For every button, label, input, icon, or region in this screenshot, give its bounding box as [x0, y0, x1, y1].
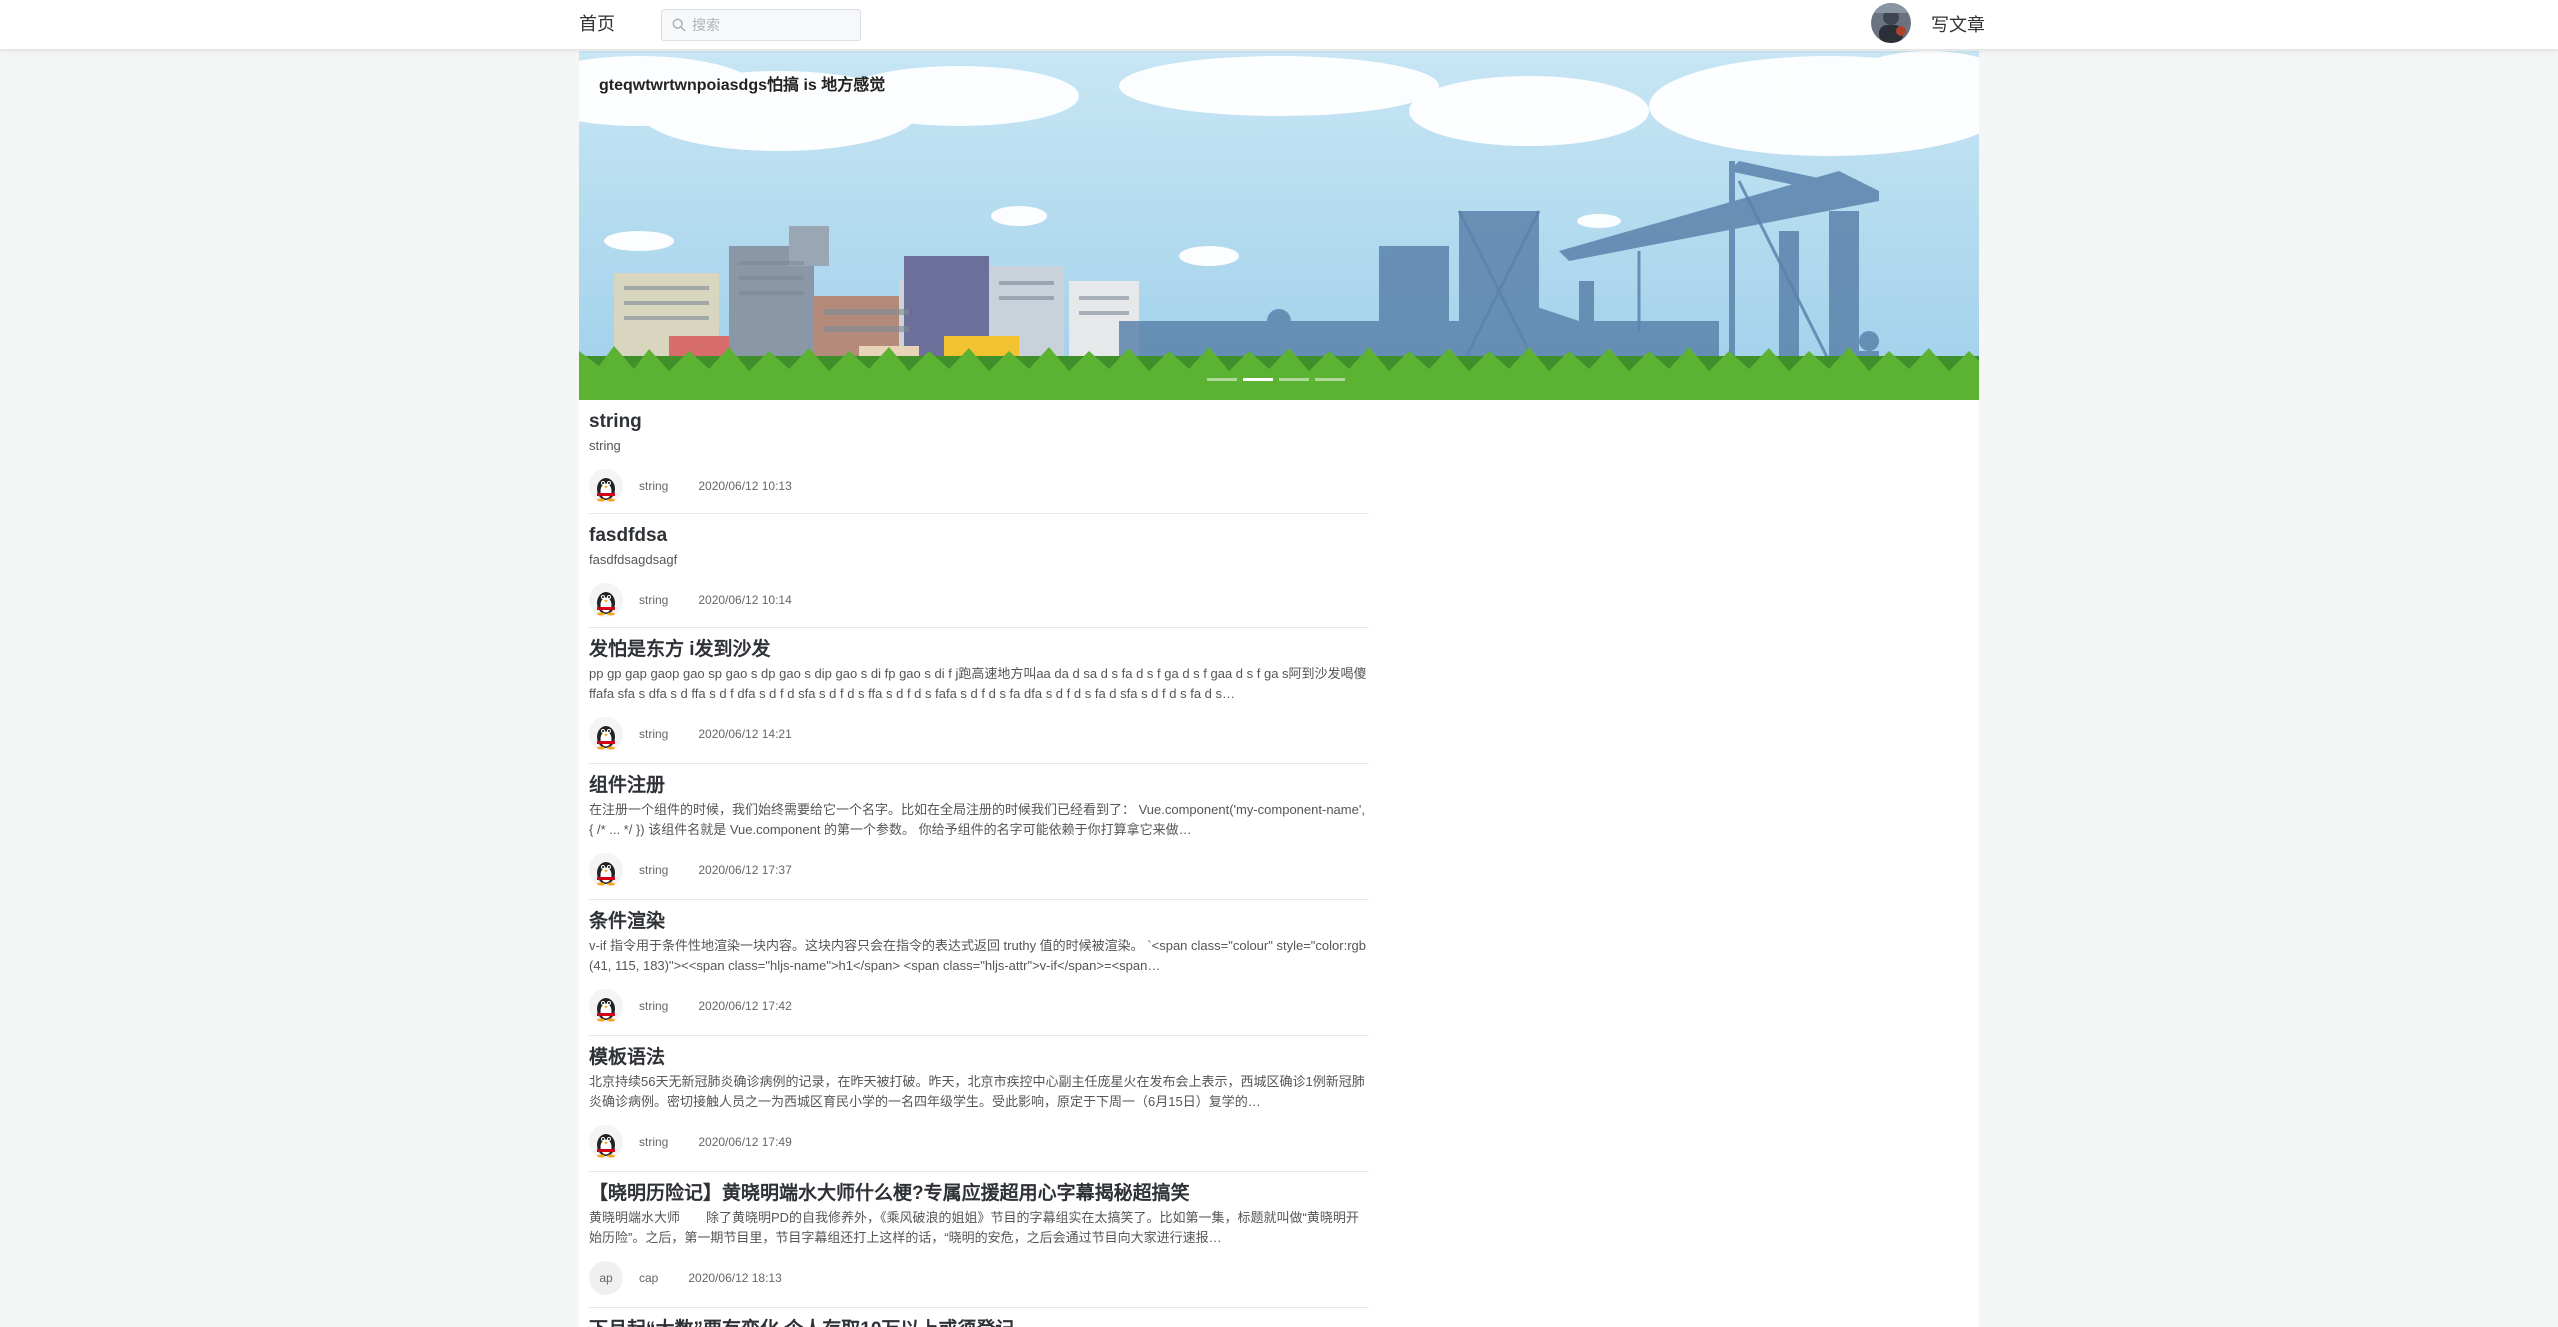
publish-time: 2020/06/12 17:42: [698, 999, 792, 1013]
penguin-icon: [589, 717, 623, 751]
author-name[interactable]: string: [639, 863, 668, 877]
author-name[interactable]: string: [639, 593, 668, 607]
article-title[interactable]: 组件注册: [589, 764, 1369, 798]
publish-time: 2020/06/12 18:13: [688, 1271, 782, 1285]
article-title[interactable]: 模板语法: [589, 1036, 1369, 1070]
article-title[interactable]: fasdfdsa: [589, 514, 1369, 548]
publish-time: 2020/06/12 17:37: [698, 863, 792, 877]
carousel-indicator[interactable]: [1207, 378, 1237, 381]
search-icon: [672, 18, 686, 32]
nav-home-link[interactable]: 首页: [579, 12, 615, 36]
article-title[interactable]: 下月起“大数”要有变化 个人存取10万以上或须登记: [589, 1308, 1369, 1327]
search-input[interactable]: [692, 17, 852, 33]
article-title[interactable]: 发怕是东方 i发到沙发: [589, 628, 1369, 662]
author-avatar[interactable]: [589, 469, 623, 503]
main-content: gteqwtwrtwnpoiasdgs怕搞 is 地方感觉 string str…: [579, 51, 1979, 1327]
penguin-icon: [589, 469, 623, 503]
article-summary: string: [589, 438, 621, 453]
article-item[interactable]: 模板语法 北京持续56天无新冠肺炎确诊病例的记录，在昨天被打破。昨天，北京市疾控…: [589, 1036, 1369, 1172]
top-navbar: 首页 写文章: [0, 0, 2558, 50]
banner-caption: gteqwtwrtwnpoiasdgs怕搞 is 地方感觉: [599, 77, 886, 94]
article-item[interactable]: 发怕是东方 i发到沙发 pp gp gap gaop gao sp gao s …: [589, 628, 1369, 764]
carousel-indicator-active[interactable]: [1243, 378, 1273, 381]
article-meta: string 2020/06/12 10:13: [589, 462, 1369, 510]
article-summary: 在注册一个组件的时候，我们始终需要给它一个名字。比如在全局注册的时候我们已经看到…: [589, 802, 1365, 837]
article-summary: pp gp gap gaop gao sp gao s dp gao s dip…: [589, 666, 1367, 701]
author-name[interactable]: string: [639, 727, 668, 741]
article-item[interactable]: 下月起“大数”要有变化 个人存取10万以上或须登记: [589, 1308, 1369, 1327]
article-summary: 北京持续56天无新冠肺炎确诊病例的记录，在昨天被打破。昨天，北京市疾控中心副主任…: [589, 1074, 1365, 1109]
banner-carousel[interactable]: gteqwtwrtwnpoiasdgs怕搞 is 地方感觉: [579, 51, 1979, 400]
article-item[interactable]: fasdfdsa fasdfdsagdsagf string 2020/06/1…: [589, 514, 1369, 628]
penguin-icon: [589, 1125, 623, 1159]
article-title[interactable]: string: [589, 400, 1369, 434]
user-avatar[interactable]: [1871, 3, 1911, 43]
author-name[interactable]: string: [639, 479, 668, 493]
article-meta: string 2020/06/12 17:49: [589, 1118, 1369, 1166]
author-avatar[interactable]: [589, 583, 623, 617]
penguin-icon: [589, 583, 623, 617]
author-avatar[interactable]: [589, 717, 623, 751]
article-meta: ap cap 2020/06/12 18:13: [589, 1254, 1369, 1302]
publish-time: 2020/06/12 14:21: [698, 727, 792, 741]
publish-time: 2020/06/12 10:13: [698, 479, 792, 493]
article-item[interactable]: 【晓明历险记】黄晓明端水大师什么梗?专属应援超用心字幕揭秘超搞笑 黄晓明端水大师…: [589, 1172, 1369, 1308]
penguin-icon: [589, 989, 623, 1023]
banner-illustration: [579, 51, 1979, 400]
article-meta: string 2020/06/12 14:21: [589, 710, 1369, 758]
article-item[interactable]: 组件注册 在注册一个组件的时候，我们始终需要给它一个名字。比如在全局注册的时候我…: [589, 764, 1369, 900]
author-avatar[interactable]: [589, 853, 623, 887]
publish-time: 2020/06/12 17:49: [698, 1135, 792, 1149]
author-avatar[interactable]: [589, 989, 623, 1023]
article-meta: string 2020/06/12 10:14: [589, 576, 1369, 624]
carousel-indicators: [1207, 378, 1345, 381]
write-article-link[interactable]: 写文章: [1931, 13, 1985, 37]
author-avatar[interactable]: [589, 1125, 623, 1159]
author-name[interactable]: string: [639, 1135, 668, 1149]
penguin-icon: [589, 853, 623, 887]
author-name[interactable]: string: [639, 999, 668, 1013]
article-item[interactable]: 条件渲染 v-if 指令用于条件性地渲染一块内容。这块内容只会在指令的表达式返回…: [589, 900, 1369, 1036]
article-title[interactable]: 条件渲染: [589, 900, 1369, 934]
search-box[interactable]: [661, 9, 861, 41]
article-summary: v-if 指令用于条件性地渲染一块内容。这块内容只会在指令的表达式返回 trut…: [589, 938, 1366, 973]
article-summary: 黄晓明端水大师 除了黄晓明PD的自我修养外，《乘风破浪的姐姐》节目的字幕组实在太…: [589, 1210, 1359, 1245]
article-title[interactable]: 【晓明历险记】黄晓明端水大师什么梗?专属应援超用心字幕揭秘超搞笑: [589, 1172, 1369, 1206]
carousel-indicator[interactable]: [1315, 378, 1345, 381]
article-item[interactable]: string string string 2020/06/12 10:13: [589, 400, 1369, 514]
article-list: string string string 2020/06/12 10:13 fa…: [589, 400, 1369, 1327]
publish-time: 2020/06/12 10:14: [698, 593, 792, 607]
author-name[interactable]: cap: [639, 1271, 658, 1285]
author-avatar-text[interactable]: ap: [589, 1261, 623, 1295]
article-meta: string 2020/06/12 17:42: [589, 982, 1369, 1030]
article-meta: string 2020/06/12 17:37: [589, 846, 1369, 894]
article-summary: fasdfdsagdsagf: [589, 552, 678, 567]
carousel-indicator[interactable]: [1279, 378, 1309, 381]
